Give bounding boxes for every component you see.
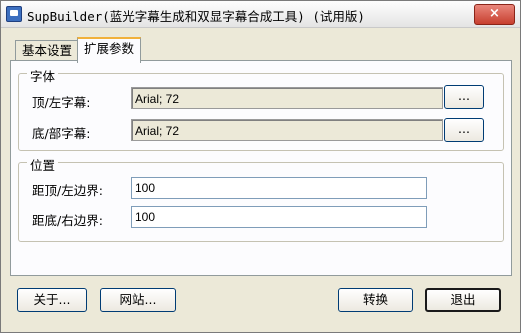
position-group-title: 位置 [27, 155, 59, 174]
bottom-font-browse-button[interactable]: ... [444, 118, 484, 142]
font-groupbox: 字体 顶/左字幕: Arial; 72 ... 底/部字幕: Arial; 72… [18, 66, 504, 151]
top-font-browse-button[interactable]: ... [444, 85, 484, 109]
close-button[interactable]: × [474, 4, 515, 25]
window-title: SupBuilder(蓝光字幕生成和双显字幕合成工具) (试用版) [27, 9, 365, 24]
bottom-margin-label: 距底/右边界: [32, 213, 103, 228]
title-bar[interactable]: SupBuilder(蓝光字幕生成和双显字幕合成工具) (试用版) × [1, 1, 520, 28]
convert-button[interactable]: 转换 [338, 288, 413, 312]
font-group-title: 字体 [27, 66, 59, 85]
app-icon [6, 6, 22, 22]
bottom-subtitle-font-field: Arial; 72 [131, 119, 443, 141]
top-subtitle-font-field: Arial; 72 [131, 87, 443, 109]
tab-panel-extended: 字体 顶/左字幕: Arial; 72 ... 底/部字幕: Arial; 72… [10, 60, 512, 276]
website-button[interactable]: 网站... [100, 288, 176, 312]
top-subtitle-font-label: 顶/左字幕: [32, 95, 91, 110]
top-margin-label: 距顶/左边界: [32, 183, 103, 198]
tab-extended-params[interactable]: 扩展参数 [77, 37, 142, 63]
app-window: SupBuilder(蓝光字幕生成和双显字幕合成工具) (试用版) × 基本设置… [0, 0, 521, 333]
position-groupbox: 位置 距顶/左边界: 100 距底/右边界: 100 [18, 155, 504, 242]
exit-button[interactable]: 退出 [425, 288, 501, 312]
tab-basic-settings[interactable]: 基本设置 [15, 40, 80, 61]
bottom-margin-input[interactable]: 100 [131, 206, 427, 228]
top-margin-input[interactable]: 100 [131, 177, 427, 199]
bottom-subtitle-font-label: 底/部字幕: [32, 126, 91, 141]
about-button[interactable]: 关于... [17, 288, 87, 312]
